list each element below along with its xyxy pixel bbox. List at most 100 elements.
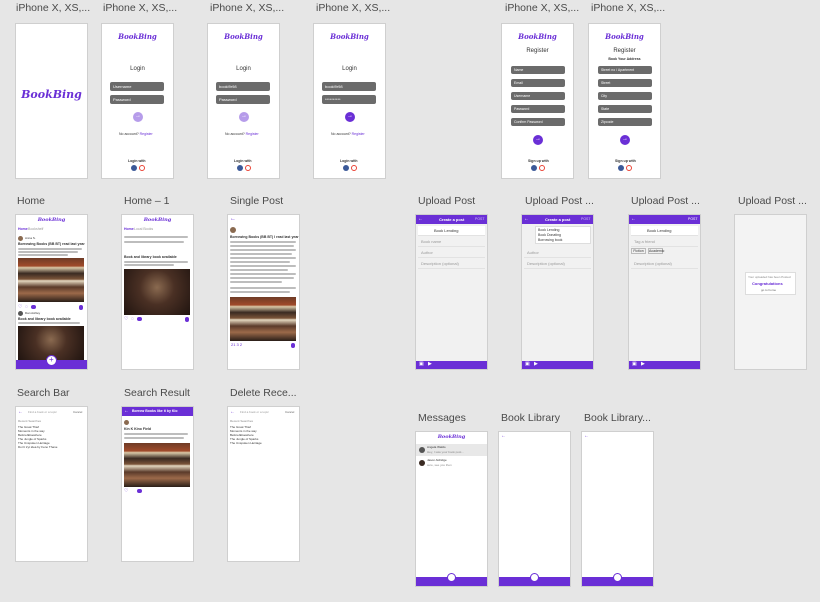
- book-name-field[interactable]: Tag a friend: [631, 237, 698, 247]
- share-icon[interactable]: [137, 489, 142, 493]
- back-arrow-icon[interactable]: ←: [18, 409, 23, 415]
- artboard-label[interactable]: iPhone X, XS,...: [505, 2, 579, 14]
- artboard-label[interactable]: Book Library...: [584, 412, 651, 424]
- search-input[interactable]: Find a book or a topic: [28, 410, 57, 414]
- password-field[interactable]: Password: [110, 95, 164, 104]
- artboard-label[interactable]: iPhone X, XS,...: [591, 2, 665, 14]
- cancel-button[interactable]: Cancel: [285, 410, 294, 414]
- option-borrowing[interactable]: Borrowing book: [538, 238, 562, 242]
- genre-chip[interactable]: Fiction: [631, 248, 646, 254]
- login-submit-button[interactable]: →: [133, 112, 143, 122]
- facebook-icon[interactable]: [343, 165, 349, 171]
- artboard-label[interactable]: Book Library: [501, 412, 560, 424]
- artboard-login-typing[interactable]: BookBing Login bookl9r98 Password → No a…: [208, 24, 279, 178]
- video-icon[interactable]: ▶: [428, 361, 432, 367]
- tab-home[interactable]: Home: [18, 227, 28, 231]
- username-field[interactable]: bookl9r98: [322, 82, 376, 91]
- add-post-button[interactable]: [613, 573, 622, 582]
- tab-local-books[interactable]: Local Books: [134, 227, 153, 231]
- avatar[interactable]: [18, 236, 23, 241]
- password-field[interactable]: **********: [322, 95, 376, 104]
- artboard-label[interactable]: iPhone X, XS,...: [16, 2, 90, 14]
- author-field[interactable]: Author: [418, 248, 485, 258]
- artboard-label[interactable]: Upload Post: [418, 195, 475, 207]
- bookmark-icon[interactable]: [185, 317, 189, 322]
- artboard-register[interactable]: BookBing Register Name Email Username Pa…: [502, 24, 573, 178]
- facebook-icon[interactable]: [531, 165, 537, 171]
- genre-chip[interactable]: Academic: [648, 248, 664, 254]
- artboard-single-post[interactable]: ← Borrowing Books (BB BT) I read last ye…: [228, 215, 299, 369]
- post-image[interactable]: [18, 258, 84, 302]
- username-field[interactable]: Username: [511, 92, 565, 100]
- avatar[interactable]: [230, 227, 236, 233]
- book-name-field[interactable]: Book name: [418, 237, 485, 247]
- name-field[interactable]: Name: [511, 66, 565, 74]
- facebook-icon[interactable]: [131, 165, 137, 171]
- facebook-icon[interactable]: [237, 165, 243, 171]
- artboard-label[interactable]: Search Result: [124, 387, 190, 399]
- post-image[interactable]: [124, 269, 190, 315]
- city-field[interactable]: City: [598, 92, 652, 100]
- artboard-delete-recent[interactable]: ← Find a book or a topic Cancel Recent S…: [228, 407, 299, 561]
- username-field[interactable]: Username: [110, 82, 164, 91]
- post-type-select[interactable]: Book Lending: [418, 226, 485, 236]
- post-button[interactable]: POST: [581, 217, 591, 221]
- description-field[interactable]: Description (optional): [631, 259, 698, 269]
- avatar[interactable]: [18, 311, 23, 316]
- post-type-select[interactable]: Book Lending: [631, 226, 698, 236]
- tab-home[interactable]: Home: [124, 227, 134, 231]
- post-image[interactable]: [124, 443, 190, 487]
- artboard-label[interactable]: Home – 1: [124, 195, 170, 207]
- artboard-label[interactable]: Search Bar: [17, 387, 70, 399]
- artboard-label[interactable]: Delete Rece...: [230, 387, 297, 399]
- back-arrow-icon[interactable]: ←: [584, 433, 589, 439]
- artboard-label[interactable]: Single Post: [230, 195, 283, 207]
- artboard-upload-post[interactable]: ← Create a post POST Book Lending Book n…: [416, 215, 487, 369]
- back-arrow-icon[interactable]: ←: [524, 216, 529, 222]
- back-arrow-icon[interactable]: ←: [230, 216, 236, 222]
- artboard-label[interactable]: iPhone X, XS,...: [316, 2, 390, 14]
- register-link[interactable]: Register: [140, 132, 153, 136]
- artboard-label[interactable]: iPhone X, XS,...: [103, 2, 177, 14]
- artboard-label[interactable]: Home: [17, 195, 45, 207]
- back-arrow-icon[interactable]: ←: [230, 409, 235, 415]
- video-icon[interactable]: ▶: [641, 361, 645, 367]
- option-book-lending[interactable]: Book Lending: [538, 228, 559, 232]
- username-field[interactable]: bookl9r98: [216, 82, 270, 91]
- add-post-button[interactable]: [530, 573, 539, 582]
- message-item[interactable]: Jason Aldridge sure, see you then: [416, 457, 487, 469]
- artboard-splash[interactable]: BookBing: [16, 24, 87, 178]
- back-arrow-icon[interactable]: ←: [418, 216, 423, 222]
- add-post-button[interactable]: +: [46, 355, 57, 366]
- zipcode-field[interactable]: Zipcode: [598, 118, 652, 126]
- cancel-button[interactable]: Cancel: [73, 410, 82, 414]
- register-submit-button[interactable]: →: [620, 135, 630, 145]
- tab-bookshelf[interactable]: Bookshelf: [28, 227, 43, 231]
- search-input[interactable]: Find a book or a topic: [240, 410, 269, 414]
- artboard-register-address[interactable]: BookBing Register Book Your Address Stre…: [589, 24, 660, 178]
- artboard-messages[interactable]: BookBing Angela Waldo Hey, I saw your bo…: [416, 432, 487, 586]
- recent-item[interactable]: Don't tryt idea by Feno Thane: [18, 445, 57, 449]
- back-arrow-icon[interactable]: ←: [124, 408, 129, 414]
- share-icon[interactable]: [137, 317, 142, 321]
- share-icon[interactable]: [31, 305, 36, 309]
- option-book-donating[interactable]: Book Donating: [538, 233, 561, 237]
- bookmark-icon[interactable]: [79, 305, 83, 310]
- bookmark-icon[interactable]: [291, 343, 295, 348]
- back-arrow-icon[interactable]: ←: [501, 433, 506, 439]
- state-field[interactable]: State: [598, 105, 652, 113]
- artboard-label[interactable]: Upload Post ...: [738, 195, 807, 207]
- artboard-upload-post-options[interactable]: ← Create a post POST Book Lending Book D…: [522, 215, 593, 369]
- post-button[interactable]: POST: [475, 217, 485, 221]
- password-field[interactable]: Password: [216, 95, 270, 104]
- register-link[interactable]: Register: [352, 132, 365, 136]
- description-field[interactable]: Description (optional): [418, 259, 485, 269]
- google-icon[interactable]: [351, 165, 357, 171]
- register-link[interactable]: Register: [246, 132, 259, 136]
- artboard-upload-success[interactable]: Your uploaded has been Posted Congratula…: [735, 215, 806, 369]
- email-field[interactable]: Email: [511, 79, 565, 87]
- add-post-button[interactable]: [447, 573, 456, 582]
- artboard-home-1[interactable]: BookBing Home Local Books Book and libra…: [122, 215, 193, 369]
- go-home-link[interactable]: go to home: [761, 288, 776, 292]
- comment-icon[interactable]: ◌: [25, 304, 28, 310]
